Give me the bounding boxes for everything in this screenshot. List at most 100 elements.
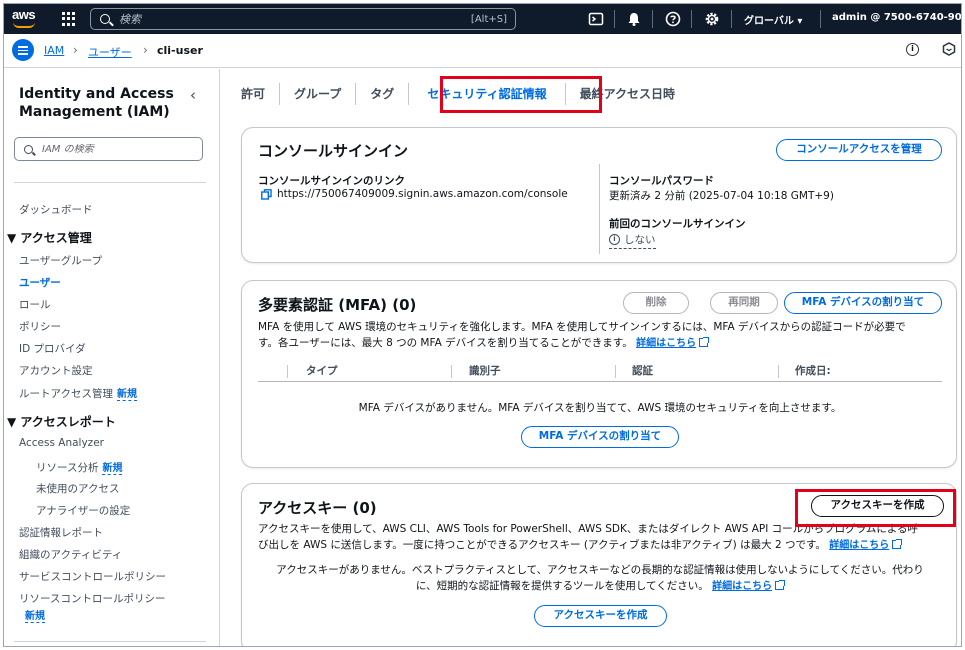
access-keys-empty-line: アクセスキーがありません。ベストプラクティスとして、アクセスキーなどの長期的な認… [276,564,924,576]
sidebar-divider [14,182,206,183]
mfa-resync-button[interactable]: 再同期 [710,292,778,314]
sidebar-item-unused-access[interactable]: 未使用のアクセス [36,481,119,496]
sidebar-item-label: ルートアクセス管理 [19,388,113,400]
aws-logo[interactable]: aws [12,7,38,29]
help-icon[interactable] [665,11,681,27]
new-badge: 新規 [102,463,123,475]
sidebar-item-user-groups[interactable]: ユーザーグループ [19,253,102,268]
sidebar-item-org-activity[interactable]: 組織のアクティビティ [19,547,122,562]
highlight-create-key-button [795,489,956,527]
sidebar: Identity and Access Management (IAM) ‹ ダ… [4,69,220,646]
mfa-title: 多要素認証 (MFA) (0) [258,296,417,314]
nav-divider [652,10,653,28]
global-search[interactable]: [Alt+S] [90,8,516,30]
copy-icon[interactable] [261,189,272,200]
mfa-empty-text: MFA デバイスがありません。MFA デバイスを割り当てて、AWS 環境のセキュ… [358,402,842,414]
console-link-value[interactable]: https://750067409009.signin.aws.amazon.c… [277,188,568,200]
mfa-description: MFA を使用して AWS 環境のセキュリティを強化します。MFA を使用してサ… [258,319,953,352]
empty-create-access-key-button[interactable]: アクセスキーを作成 [534,605,667,627]
mfa-col-created[interactable]: 作成日: [795,360,831,382]
global-search-input[interactable] [119,12,419,26]
account-menu[interactable]: admin @ 7500-6740-9009 ▾ [832,12,961,23]
external-link-icon [892,539,903,549]
cloudshell-icon[interactable] [588,11,604,27]
region-selector[interactable]: グローバル ▾ [744,12,802,27]
sidebar-item-label: リソース分析 [36,462,99,474]
last-signin-label: 前回のコンソールサインイン [609,218,746,230]
breadcrumb-iam[interactable]: IAM [44,44,64,57]
breadcrumb-users[interactable]: ユーザー [88,44,132,60]
mfa-delete-button[interactable]: 削除 [623,292,689,314]
nav-divider [820,10,821,28]
tab-groups[interactable]: グループ [280,83,357,105]
console-signin-title: コンソールサインイン [258,142,409,160]
breadcrumb-chevron-icon: › [73,43,78,57]
column-divider [287,365,288,378]
sidebar-item-access-analyzer[interactable]: Access Analyzer [19,437,104,449]
sidebar-search[interactable] [14,137,203,161]
sidebar-section-access-management[interactable]: ▼ アクセス管理 [7,229,92,246]
manage-console-access-button[interactable]: コンソールアクセスを管理 [776,139,942,161]
access-keys-description-line: び出しを AWS に送信します。一度に持つことができるアクセスキー (アクティブ… [258,539,826,551]
tab-tags[interactable]: タグ [356,83,410,105]
mfa-assign-button[interactable]: MFA デバイスの割り当て [784,292,942,314]
settings-gear-icon[interactable] [704,11,720,27]
notifications-bell-icon[interactable] [626,11,642,27]
console-signin-card: コンソールサインイン コンソールアクセスを管理 コンソールサインインのリンク h… [241,127,957,263]
cloud-hexagon-icon[interactable] [942,42,956,56]
breadcrumb-chevron-icon: › [143,43,148,57]
sidebar-collapse-icon[interactable]: ‹ [190,86,196,104]
info-circle-icon: i [609,234,620,245]
mfa-col-identifier[interactable]: 識別子 [469,360,501,382]
sidebar-item-identity-providers[interactable]: ID プロバイダ [19,341,86,356]
column-divider [615,365,616,378]
sidebar-item-roles[interactable]: ロール [19,297,51,312]
access-keys-empty-learn-more-link[interactable]: 詳細はこちら [712,581,772,592]
sidebar-item-dashboard[interactable]: ダッシュボード [19,202,93,217]
last-signin-value-row: i しない [609,232,656,249]
main-content: 許可 グループ タグ セキュリティ認証情報 最終アクセス日時 コンソールサインイ… [221,69,961,646]
side-menu-button[interactable] [12,39,34,61]
sidebar-item-account-settings[interactable]: アカウント設定 [19,363,93,378]
aws-smile-icon [13,22,35,28]
mfa-card: 多要素認証 (MFA) (0) 削除 再同期 MFA デバイスの割り当て MFA… [241,280,957,468]
mfa-col-auth[interactable]: 認証 [632,360,653,382]
mfa-empty-assign-button[interactable]: MFA デバイスの割り当て [521,426,679,448]
nav-divider [731,10,732,28]
nav-divider [691,10,692,28]
search-shortcut-hint: [Alt+S] [470,13,507,25]
mfa-col-type[interactable]: タイプ [306,360,338,382]
new-badge: 新規 [116,389,137,401]
access-keys-empty-text: アクセスキーがありません。ベストプラクティスとして、アクセスキーなどの長期的な認… [242,562,958,595]
info-icon[interactable]: i [906,43,919,56]
sidebar-divider [14,641,206,642]
sidebar-search-input[interactable] [42,143,192,155]
sidebar-title: Identity and Access Management (IAM) [19,86,174,120]
sidebar-item-root-access[interactable]: ルートアクセス管理 新規 [19,385,137,401]
access-keys-title: アクセスキー (0) [258,499,377,517]
sidebar-item-rcp[interactable]: リソースコントロールポリシー [19,591,165,606]
external-link-icon [775,580,786,590]
services-grid-icon[interactable] [62,12,76,26]
console-password-label: コンソールパスワード [609,175,714,187]
sidebar-item-scp[interactable]: サービスコントロールポリシー [19,569,166,584]
tab-permissions[interactable]: 許可 [241,83,281,105]
mfa-learn-more-link[interactable]: 詳細はこちら [636,338,696,349]
app-frame: aws [Alt+S] [3,3,962,647]
column-divider [451,365,452,378]
sidebar-section-access-reports[interactable]: ▼ アクセスレポート [7,413,116,430]
external-link-icon [699,337,710,347]
aws-logo-text: aws [12,7,36,22]
breadcrumb-current: cli-user [157,44,203,57]
breadcrumb-bar: IAM › ユーザー › cli-user i [4,34,961,68]
console-password-value: 更新済み 2 分前 (2025-07-04 10:18 GMT+9) [609,190,834,202]
access-keys-learn-more-link[interactable]: 詳細はこちら [829,540,889,551]
mfa-table-header: タイプ 識別子 認証 作成日: [258,360,942,382]
sidebar-item-policies[interactable]: ポリシー [19,319,61,334]
new-badge: 新規 [25,611,45,623]
sidebar-item-credential-report[interactable]: 認証情報レポート [19,525,103,540]
sidebar-item-users[interactable]: ユーザー [19,275,61,290]
mfa-description-line: MFA を使用して AWS 環境のセキュリティを強化します。MFA を使用してサ… [258,321,906,333]
sidebar-item-resource-analysis[interactable]: リソース分析 新規 [36,459,123,475]
sidebar-item-analyzer-settings[interactable]: アナライザーの設定 [36,503,130,518]
